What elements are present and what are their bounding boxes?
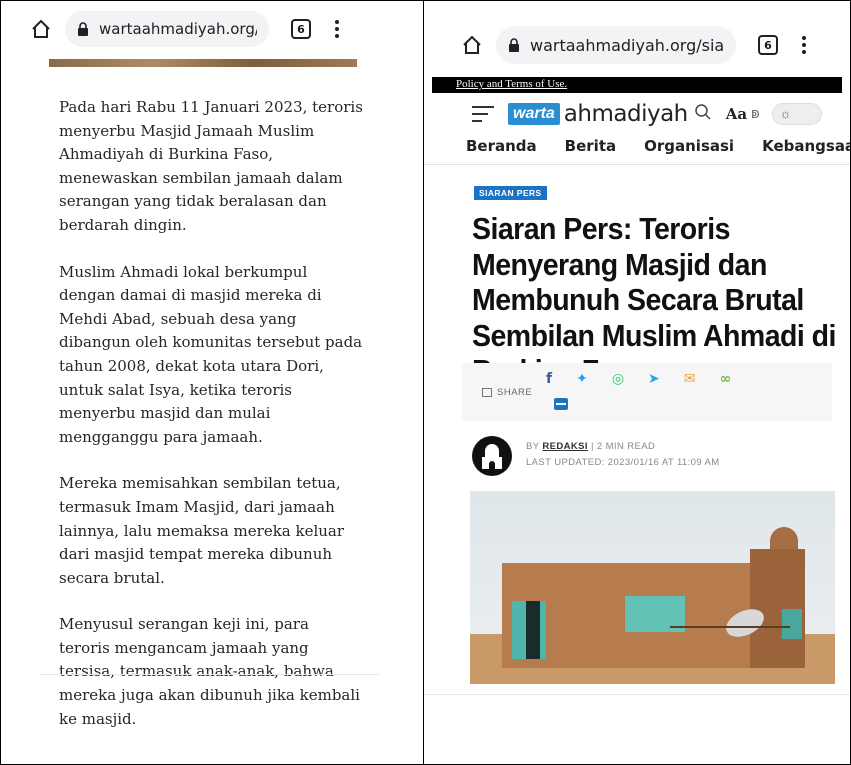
logo-text: ahmadiyah — [563, 101, 688, 127]
twitter-icon[interactable]: ✦ — [576, 371, 588, 387]
print-icon[interactable] — [554, 398, 568, 410]
telegram-icon[interactable]: ➤ — [648, 371, 660, 387]
tab-switcher-button[interactable]: 6 — [291, 19, 311, 39]
nav-item-berita[interactable]: Berita — [565, 137, 616, 155]
lock-icon — [508, 38, 520, 52]
nav-divider — [424, 164, 850, 165]
share-icon — [482, 388, 492, 397]
nav-item-beranda[interactable]: Beranda — [466, 137, 537, 155]
site-header: warta ahmadiyah Aa ↁ ☼ — [424, 93, 850, 135]
nav-item-kebangsaan[interactable]: Kebangsaan — [762, 137, 850, 155]
font-size-button[interactable]: Aa — [726, 105, 747, 123]
category-badge[interactable]: SIARAN PERS — [474, 186, 547, 200]
hamburger-menu-icon[interactable] — [472, 106, 494, 122]
author-byline: BY REDAKSI | 2 MIN READ LAST UPDATED: 20… — [472, 436, 842, 480]
article-body: Pada hari Rabu 11 Januari 2023, teroris … — [59, 96, 364, 754]
whatsapp-icon[interactable]: ◎ — [612, 371, 624, 387]
share-label-text: SHARE — [497, 387, 533, 398]
featured-image — [470, 491, 835, 684]
left-phone-screen: wartaahmadiyah.org/sia 6 Pada hari Rabu … — [1, 1, 423, 764]
font-size-indicator-icon: ↁ — [751, 108, 760, 121]
tab-switcher-button[interactable]: 6 — [758, 35, 778, 55]
article-title: Siaran Pers: Teroris Menyerang Masjid da… — [472, 211, 836, 388]
article-paragraph: Muslim Ahmadi lokal berkumpul dengan dam… — [59, 262, 363, 446]
link-icon[interactable]: ∞ — [720, 371, 732, 387]
logo-box: warta — [508, 103, 560, 125]
more-menu-icon[interactable] — [335, 20, 339, 38]
by-prefix: BY — [526, 441, 540, 452]
author-link[interactable]: REDAKSI — [542, 441, 588, 452]
divider-line — [39, 674, 379, 675]
share-bar: SHARE f ✦ ◎ ➤ ✉ ∞ — [462, 363, 832, 421]
address-bar[interactable]: wartaahmadiyah.org/sia — [496, 26, 736, 64]
search-icon[interactable] — [694, 103, 712, 126]
read-time: | 2 MIN READ — [590, 441, 656, 452]
last-updated: LAST UPDATED: 2023/01/16 AT 11:09 AM — [526, 457, 720, 468]
browser-toolbar: wartaahmadiyah.org/sia 6 — [1, 9, 423, 49]
browser-toolbar: wartaahmadiyah.org/sia 6 — [424, 23, 850, 67]
policy-banner: Policy and Terms of Use. — [432, 77, 842, 93]
article-paragraph: Menyusul serangan keji ini, para teroris… — [59, 615, 360, 728]
home-icon[interactable] — [31, 19, 51, 39]
hero-image-edge — [49, 59, 357, 67]
byline-line: BY REDAKSI | 2 MIN READ — [526, 441, 655, 452]
lock-icon — [77, 22, 89, 36]
sun-icon: ☼ — [779, 106, 792, 121]
nav-item-organisasi[interactable]: Organisasi — [644, 137, 734, 155]
address-bar[interactable]: wartaahmadiyah.org/sia — [65, 11, 269, 47]
email-icon[interactable]: ✉ — [684, 371, 696, 387]
right-phone-screen: wartaahmadiyah.org/sia 6 Policy and Term… — [424, 1, 850, 764]
more-menu-icon[interactable] — [802, 36, 806, 54]
share-icons: f ✦ ◎ ➤ ✉ ∞ — [546, 371, 731, 387]
divider-line — [424, 694, 850, 695]
facebook-icon[interactable]: f — [546, 371, 552, 387]
url-text: wartaahmadiyah.org/sia — [530, 35, 724, 55]
share-label: SHARE — [482, 387, 532, 398]
policy-link[interactable]: Policy and Terms of Use. — [456, 78, 567, 90]
site-logo[interactable]: warta ahmadiyah — [508, 101, 688, 127]
home-icon[interactable] — [462, 35, 482, 55]
dark-mode-toggle[interactable]: ☼ — [771, 103, 822, 125]
article-paragraph: Mereka memisahkan sembilan tetua, termas… — [59, 474, 345, 587]
author-avatar[interactable] — [472, 436, 512, 476]
main-nav: Beranda Berita Organisasi Kebangsaan — [466, 137, 850, 155]
article-paragraph: Pada hari Rabu 11 Januari 2023, teroris … — [59, 98, 363, 234]
url-text: wartaahmadiyah.org/sia — [99, 20, 257, 38]
